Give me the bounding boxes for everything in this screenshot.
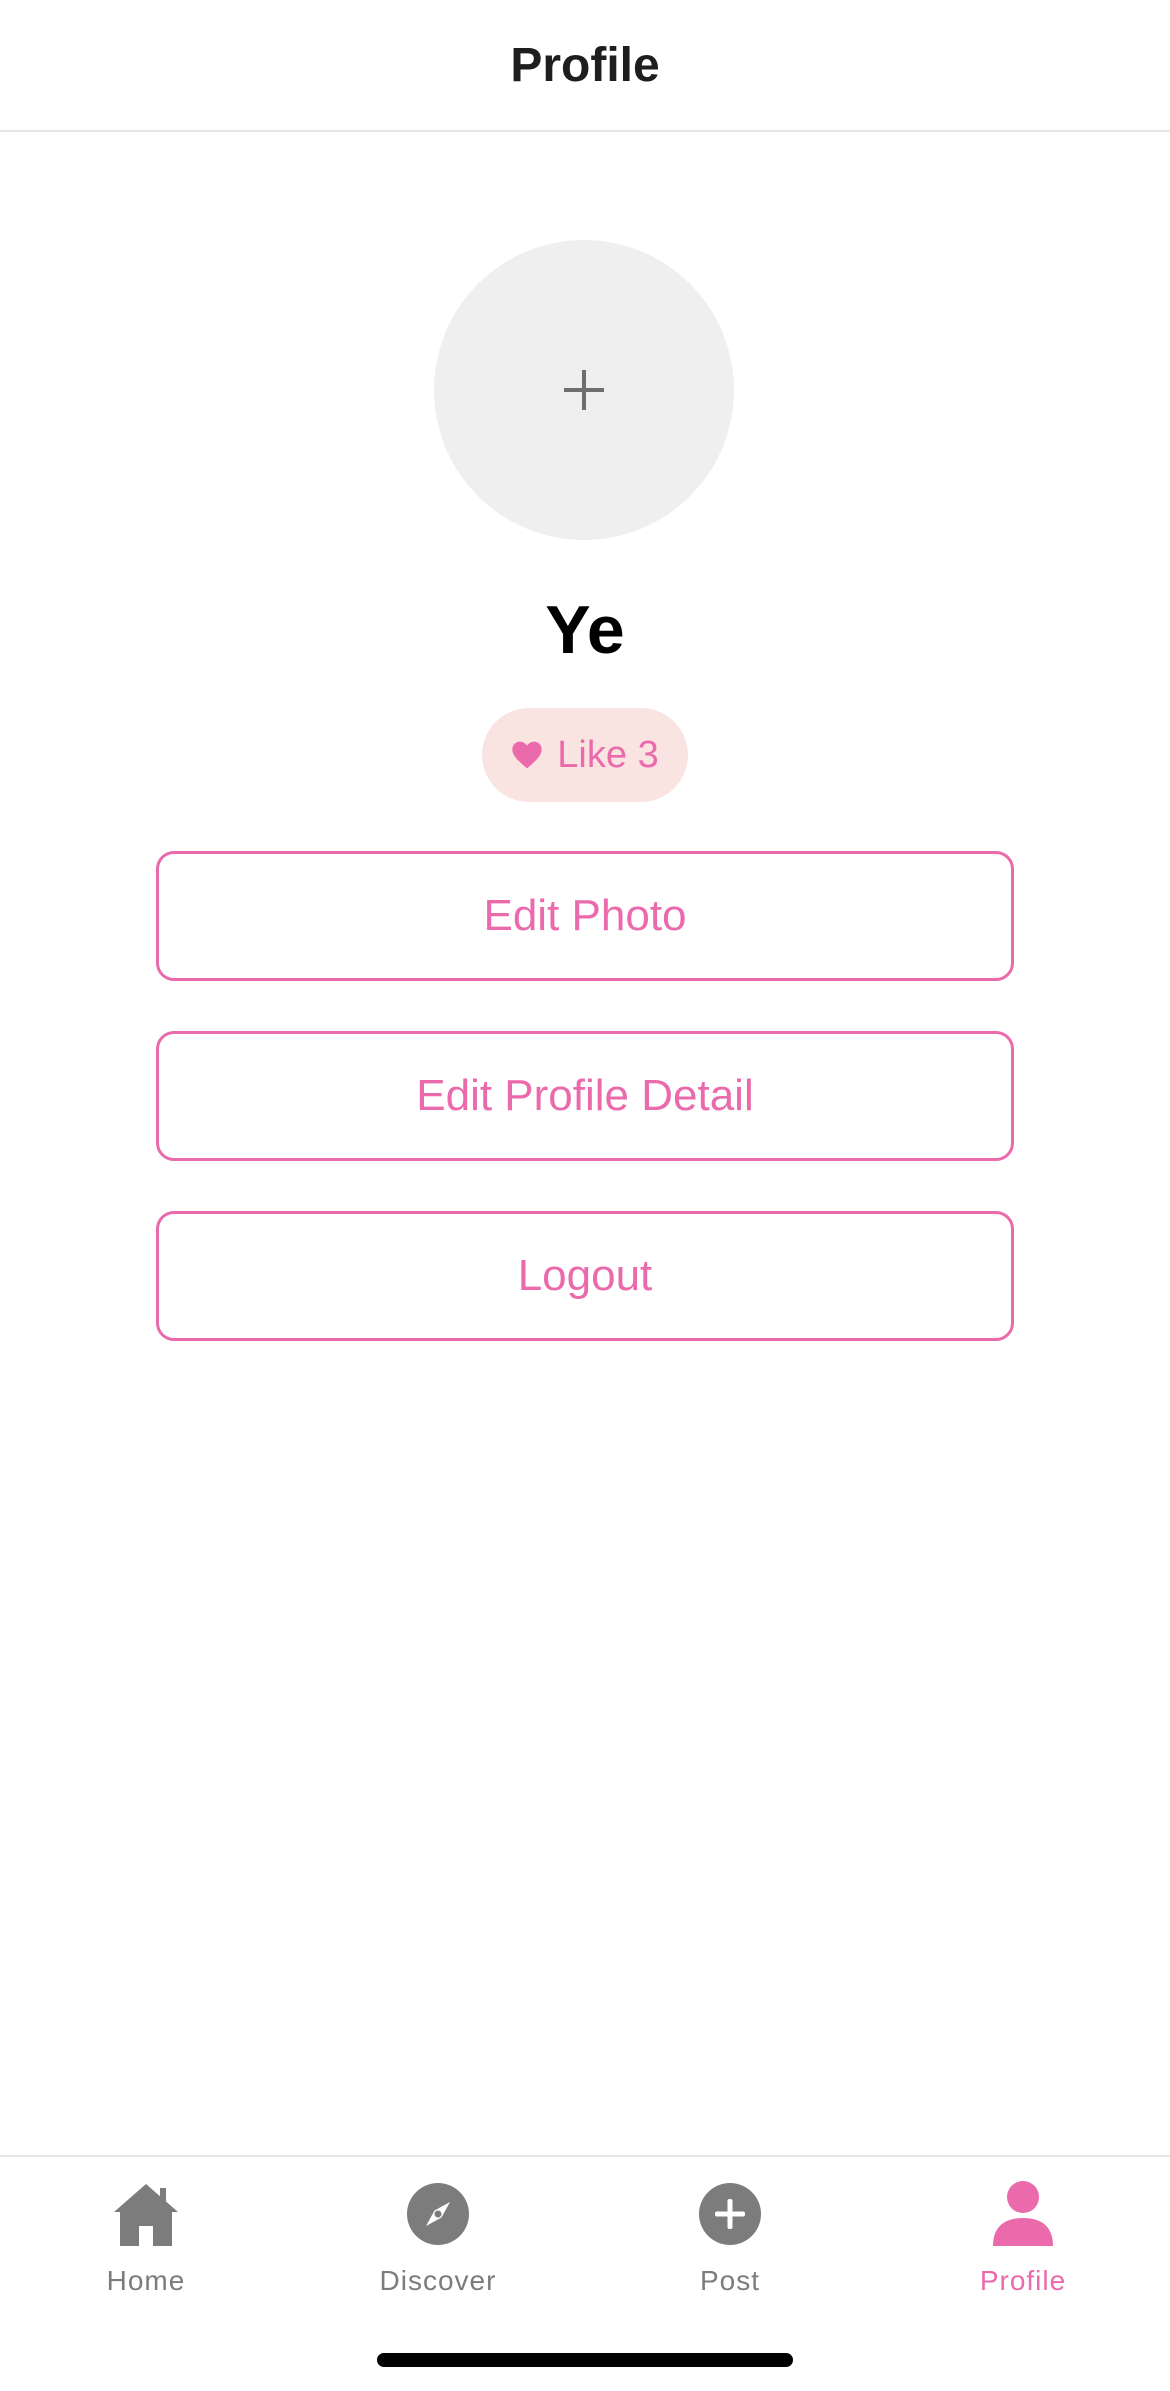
profile-screen: Profile Ye Like 3 Edit Photo Edit Profil… (0, 0, 1170, 2391)
tab-discover-label: Discover (379, 2265, 497, 2296)
page-title: Profile (510, 38, 660, 92)
tab-post-label: Post (699, 2265, 761, 2296)
avatar-upload-button[interactable] (434, 240, 734, 540)
compass-icon (401, 2177, 475, 2251)
navigation-bar: Profile (0, 0, 1170, 132)
edit-photo-button[interactable]: Edit Photo (156, 851, 1014, 981)
heart-icon (511, 740, 543, 770)
logout-button[interactable]: Logout (156, 1211, 1014, 1341)
tab-profile[interactable]: Profile (877, 2177, 1169, 2317)
tab-home-label: Home (106, 2265, 186, 2296)
tab-post[interactable]: Post (584, 2177, 876, 2317)
person-icon (986, 2177, 1060, 2251)
edit-profile-detail-button[interactable]: Edit Profile Detail (156, 1031, 1014, 1161)
user-name: Ye (545, 592, 625, 668)
home-icon (109, 2177, 183, 2251)
plus-icon (564, 370, 604, 410)
home-indicator (377, 2353, 793, 2367)
like-count-label: Like 3 (557, 733, 659, 776)
tab-home[interactable]: Home (0, 2177, 292, 2317)
tab-discover[interactable]: Discover (292, 2177, 584, 2317)
tab-profile-label: Profile (979, 2265, 1067, 2296)
like-count-badge: Like 3 (482, 708, 688, 802)
add-circle-icon (693, 2177, 767, 2251)
